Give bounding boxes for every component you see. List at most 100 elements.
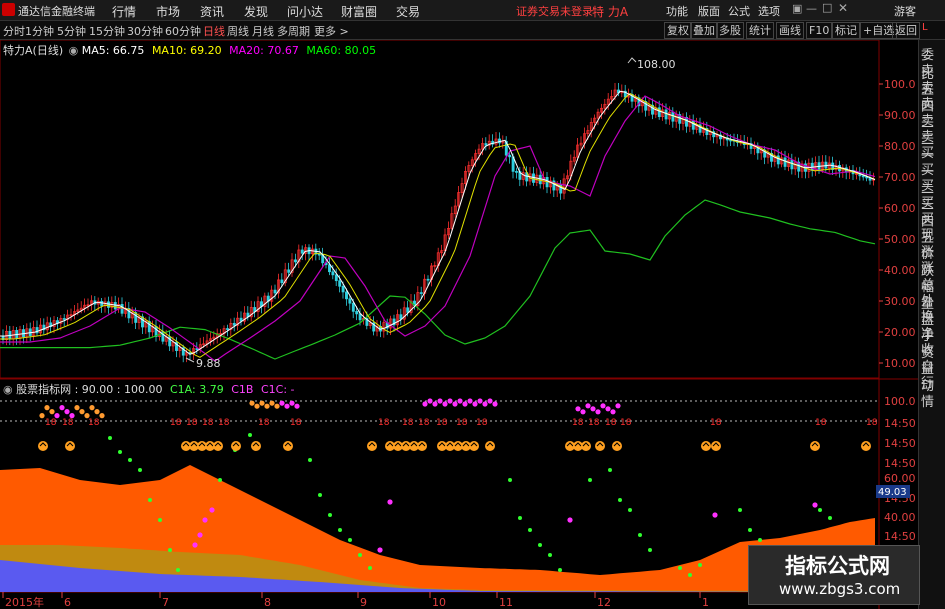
magenta-dot <box>202 517 208 523</box>
price-tick: 60.00 <box>884 202 916 215</box>
signal-label: 18 <box>378 418 390 428</box>
green-dot <box>328 513 332 517</box>
menu-ask[interactable]: 问小达 <box>287 3 323 20</box>
period-daily[interactable]: 日线 <box>203 23 225 39</box>
menu-trade[interactable]: 交易 <box>396 3 420 20</box>
c1a-value: C1A: 3.79 <box>170 383 224 396</box>
period-60min[interactable]: 60分钟 <box>165 23 201 39</box>
top-dot <box>74 405 80 411</box>
period-5min[interactable]: 5分钟 <box>57 23 86 39</box>
signal-label: 18 <box>218 418 230 428</box>
signal-icons <box>38 441 871 451</box>
period-monthly[interactable]: 月线 <box>252 23 274 39</box>
high-marker-arrow <box>627 57 637 64</box>
period-more[interactable]: 更多 > <box>314 23 349 39</box>
top-dot <box>452 401 458 407</box>
candle-body <box>338 280 342 287</box>
magenta-dot <box>812 502 818 508</box>
date-tick: 1 <box>702 596 709 609</box>
settings-icon[interactable]: ◉ <box>69 44 79 57</box>
period-multi[interactable]: 多周期 <box>277 23 310 39</box>
menu-layout[interactable]: 版面 <box>698 3 720 19</box>
green-dot <box>548 553 552 557</box>
adjust-button[interactable]: 复权 <box>664 22 692 39</box>
top-dot <box>99 413 105 419</box>
period-weekly[interactable]: 周线 <box>227 23 249 39</box>
top-dot <box>284 403 290 409</box>
draw-button[interactable]: 画线 <box>776 22 804 39</box>
period-15min[interactable]: 15分钟 <box>89 23 125 39</box>
date-tick: 11 <box>499 596 513 609</box>
menu-options[interactable]: 选项 <box>758 3 780 19</box>
top-dot <box>580 409 586 415</box>
green-dot <box>738 508 742 512</box>
green-dot <box>348 538 352 542</box>
indicator-tick: 14:50 <box>884 530 916 543</box>
maximize-icon[interactable]: □ <box>822 1 832 14</box>
green-dot <box>248 433 252 437</box>
menu-market[interactable]: 市场 <box>156 3 180 20</box>
top-dot <box>89 405 95 411</box>
login-notice[interactable]: 证券交易未登录 <box>516 3 593 19</box>
multi-stock-button[interactable]: 多股 <box>716 22 744 39</box>
user-icon[interactable]: ▣ <box>792 2 802 15</box>
green-dot <box>128 458 132 462</box>
candle-body <box>287 269 291 273</box>
green-dot <box>148 498 152 502</box>
signal-label: 18 <box>436 418 448 428</box>
f10-button[interactable]: F10 <box>806 22 833 39</box>
magenta-dot <box>209 507 215 513</box>
date-tick: 6 <box>64 596 71 609</box>
top-dot <box>94 409 100 415</box>
magenta-dot <box>197 532 203 538</box>
period-1min[interactable]: 1分钟 <box>25 23 54 39</box>
c1c-value: C1C: - <box>260 383 295 396</box>
panel-toggle-icon[interactable]: L <box>922 22 928 33</box>
green-dot <box>358 553 362 557</box>
top-dot <box>259 400 265 406</box>
signal-label: 18 <box>605 418 617 428</box>
signal-label: 18 <box>620 418 632 428</box>
date-tick: 8 <box>264 596 271 609</box>
top-dot <box>64 409 70 415</box>
indicator-settings-icon[interactable]: ◉ <box>3 383 13 396</box>
menu-quotes[interactable]: 行情 <box>112 3 136 20</box>
overlay-button[interactable]: 叠加 <box>690 22 718 39</box>
stock-name: 特力A(日线) <box>3 44 64 57</box>
candle-body <box>351 302 355 312</box>
right-tab-20[interactable]: 行情 <box>921 372 945 410</box>
green-dot <box>528 528 532 532</box>
signal-label: 18 <box>588 418 600 428</box>
top-dot <box>472 401 478 407</box>
back-button[interactable]: 返回 <box>892 22 920 39</box>
signal-label: 18 <box>170 418 182 428</box>
top-dot <box>477 398 483 404</box>
period-toolbar: 分时 1分钟 5分钟 15分钟 30分钟 60分钟 日线 周线 月线 多周期 更… <box>0 21 945 40</box>
signal-label: 18 <box>418 418 430 428</box>
minimize-icon[interactable]: — <box>806 2 817 15</box>
menu-discover[interactable]: 发现 <box>244 3 268 20</box>
candle-body <box>348 298 352 304</box>
green-dot <box>118 450 122 454</box>
candle-body <box>406 307 410 313</box>
guest-label[interactable]: 游客 <box>894 3 916 19</box>
menu-news[interactable]: 资讯 <box>200 3 224 20</box>
magenta-dot <box>712 512 718 518</box>
top-dot <box>39 413 45 419</box>
period-tick[interactable]: 分时 <box>3 23 25 39</box>
top-dot <box>600 403 606 409</box>
main-legend: 特力A(日线) ◉ MA5: 66.75 MA10: 69.20 MA20: 7… <box>3 42 376 58</box>
indicator-tick: 14:50 <box>884 457 916 470</box>
signal-label: 18 <box>45 418 57 428</box>
mark-button[interactable]: 标记 <box>832 22 860 39</box>
menu-wealth[interactable]: 财富圈 <box>341 3 377 20</box>
stats-button[interactable]: 统计 <box>746 22 774 39</box>
period-30min[interactable]: 30分钟 <box>127 23 163 39</box>
close-icon[interactable]: ✕ <box>838 1 848 15</box>
menu-function[interactable]: 功能 <box>666 3 688 19</box>
menu-formula[interactable]: 公式 <box>728 3 750 19</box>
candle-body <box>294 259 297 263</box>
top-dot <box>289 400 295 406</box>
signal-labels: 18 18 18 18 18 18 18 18 18 18 18 18 18 18 18 18 18 18 18 18… <box>45 418 878 428</box>
watermark-title: 指标公式网 <box>785 554 890 578</box>
